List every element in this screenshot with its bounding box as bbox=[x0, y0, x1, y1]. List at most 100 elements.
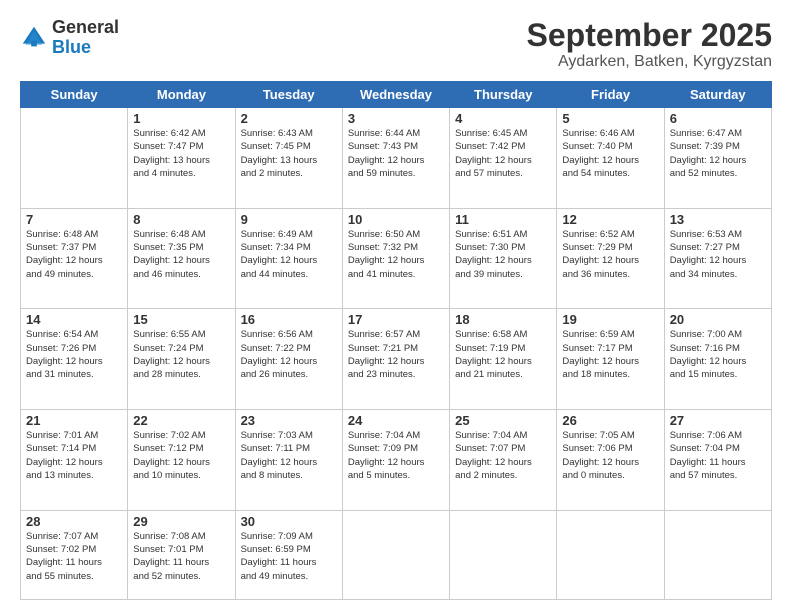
day-info: Sunrise: 6:56 AM Sunset: 7:22 PM Dayligh… bbox=[241, 328, 337, 381]
calendar-table: SundayMondayTuesdayWednesdayThursdayFrid… bbox=[20, 81, 772, 600]
month-title: September 2025 bbox=[527, 18, 772, 53]
calendar-cell bbox=[450, 510, 557, 599]
day-number: 12 bbox=[562, 212, 658, 227]
day-header-tuesday: Tuesday bbox=[235, 82, 342, 108]
logo-blue: Blue bbox=[52, 37, 91, 57]
day-number: 25 bbox=[455, 413, 551, 428]
day-number: 5 bbox=[562, 111, 658, 126]
day-number: 9 bbox=[241, 212, 337, 227]
day-info: Sunrise: 6:53 AM Sunset: 7:27 PM Dayligh… bbox=[670, 228, 766, 281]
calendar-cell: 21Sunrise: 7:01 AM Sunset: 7:14 PM Dayli… bbox=[21, 410, 128, 511]
week-row-5: 28Sunrise: 7:07 AM Sunset: 7:02 PM Dayli… bbox=[21, 510, 772, 599]
calendar-cell: 17Sunrise: 6:57 AM Sunset: 7:21 PM Dayli… bbox=[342, 309, 449, 410]
day-info: Sunrise: 6:43 AM Sunset: 7:45 PM Dayligh… bbox=[241, 127, 337, 180]
day-info: Sunrise: 6:49 AM Sunset: 7:34 PM Dayligh… bbox=[241, 228, 337, 281]
day-header-friday: Friday bbox=[557, 82, 664, 108]
calendar-cell: 15Sunrise: 6:55 AM Sunset: 7:24 PM Dayli… bbox=[128, 309, 235, 410]
calendar-cell: 9Sunrise: 6:49 AM Sunset: 7:34 PM Daylig… bbox=[235, 208, 342, 309]
day-header-saturday: Saturday bbox=[664, 82, 771, 108]
calendar-cell bbox=[342, 510, 449, 599]
title-block: September 2025 Aydarken, Batken, Kyrgyzs… bbox=[527, 18, 772, 71]
day-info: Sunrise: 6:55 AM Sunset: 7:24 PM Dayligh… bbox=[133, 328, 229, 381]
day-number: 14 bbox=[26, 312, 122, 327]
day-info: Sunrise: 7:04 AM Sunset: 7:09 PM Dayligh… bbox=[348, 429, 444, 482]
calendar-cell: 6Sunrise: 6:47 AM Sunset: 7:39 PM Daylig… bbox=[664, 108, 771, 209]
calendar-cell: 1Sunrise: 6:42 AM Sunset: 7:47 PM Daylig… bbox=[128, 108, 235, 209]
calendar-cell: 28Sunrise: 7:07 AM Sunset: 7:02 PM Dayli… bbox=[21, 510, 128, 599]
calendar-cell: 12Sunrise: 6:52 AM Sunset: 7:29 PM Dayli… bbox=[557, 208, 664, 309]
day-info: Sunrise: 6:51 AM Sunset: 7:30 PM Dayligh… bbox=[455, 228, 551, 281]
day-number: 2 bbox=[241, 111, 337, 126]
calendar-cell: 4Sunrise: 6:45 AM Sunset: 7:42 PM Daylig… bbox=[450, 108, 557, 209]
day-number: 22 bbox=[133, 413, 229, 428]
calendar-cell: 8Sunrise: 6:48 AM Sunset: 7:35 PM Daylig… bbox=[128, 208, 235, 309]
day-info: Sunrise: 7:06 AM Sunset: 7:04 PM Dayligh… bbox=[670, 429, 766, 482]
day-number: 1 bbox=[133, 111, 229, 126]
week-row-2: 7Sunrise: 6:48 AM Sunset: 7:37 PM Daylig… bbox=[21, 208, 772, 309]
day-number: 15 bbox=[133, 312, 229, 327]
calendar-cell: 16Sunrise: 6:56 AM Sunset: 7:22 PM Dayli… bbox=[235, 309, 342, 410]
logo-text: General Blue bbox=[52, 18, 119, 58]
day-number: 10 bbox=[348, 212, 444, 227]
day-info: Sunrise: 6:57 AM Sunset: 7:21 PM Dayligh… bbox=[348, 328, 444, 381]
logo-general: General bbox=[52, 17, 119, 37]
header: General Blue September 2025 Aydarken, Ba… bbox=[20, 18, 772, 71]
week-row-3: 14Sunrise: 6:54 AM Sunset: 7:26 PM Dayli… bbox=[21, 309, 772, 410]
calendar-cell: 26Sunrise: 7:05 AM Sunset: 7:06 PM Dayli… bbox=[557, 410, 664, 511]
calendar-cell: 10Sunrise: 6:50 AM Sunset: 7:32 PM Dayli… bbox=[342, 208, 449, 309]
day-info: Sunrise: 7:07 AM Sunset: 7:02 PM Dayligh… bbox=[26, 530, 122, 583]
day-number: 30 bbox=[241, 514, 337, 529]
calendar-cell: 25Sunrise: 7:04 AM Sunset: 7:07 PM Dayli… bbox=[450, 410, 557, 511]
day-number: 16 bbox=[241, 312, 337, 327]
calendar-cell: 2Sunrise: 6:43 AM Sunset: 7:45 PM Daylig… bbox=[235, 108, 342, 209]
calendar-cell bbox=[557, 510, 664, 599]
day-number: 21 bbox=[26, 413, 122, 428]
day-header-monday: Monday bbox=[128, 82, 235, 108]
logo: General Blue bbox=[20, 18, 119, 58]
day-number: 29 bbox=[133, 514, 229, 529]
day-number: 17 bbox=[348, 312, 444, 327]
day-number: 11 bbox=[455, 212, 551, 227]
location-title: Aydarken, Batken, Kyrgyzstan bbox=[527, 53, 772, 71]
day-info: Sunrise: 6:45 AM Sunset: 7:42 PM Dayligh… bbox=[455, 127, 551, 180]
day-info: Sunrise: 7:05 AM Sunset: 7:06 PM Dayligh… bbox=[562, 429, 658, 482]
day-number: 3 bbox=[348, 111, 444, 126]
calendar-cell: 27Sunrise: 7:06 AM Sunset: 7:04 PM Dayli… bbox=[664, 410, 771, 511]
day-number: 18 bbox=[455, 312, 551, 327]
calendar-cell: 22Sunrise: 7:02 AM Sunset: 7:12 PM Dayli… bbox=[128, 410, 235, 511]
day-info: Sunrise: 6:47 AM Sunset: 7:39 PM Dayligh… bbox=[670, 127, 766, 180]
day-number: 8 bbox=[133, 212, 229, 227]
day-info: Sunrise: 6:50 AM Sunset: 7:32 PM Dayligh… bbox=[348, 228, 444, 281]
day-info: Sunrise: 7:02 AM Sunset: 7:12 PM Dayligh… bbox=[133, 429, 229, 482]
day-info: Sunrise: 7:08 AM Sunset: 7:01 PM Dayligh… bbox=[133, 530, 229, 583]
day-info: Sunrise: 7:01 AM Sunset: 7:14 PM Dayligh… bbox=[26, 429, 122, 482]
day-number: 7 bbox=[26, 212, 122, 227]
calendar-cell: 14Sunrise: 6:54 AM Sunset: 7:26 PM Dayli… bbox=[21, 309, 128, 410]
calendar-cell bbox=[21, 108, 128, 209]
calendar-cell: 3Sunrise: 6:44 AM Sunset: 7:43 PM Daylig… bbox=[342, 108, 449, 209]
day-number: 27 bbox=[670, 413, 766, 428]
calendar-cell: 7Sunrise: 6:48 AM Sunset: 7:37 PM Daylig… bbox=[21, 208, 128, 309]
calendar-cell: 23Sunrise: 7:03 AM Sunset: 7:11 PM Dayli… bbox=[235, 410, 342, 511]
calendar-cell: 13Sunrise: 6:53 AM Sunset: 7:27 PM Dayli… bbox=[664, 208, 771, 309]
calendar-cell: 18Sunrise: 6:58 AM Sunset: 7:19 PM Dayli… bbox=[450, 309, 557, 410]
calendar-cell: 30Sunrise: 7:09 AM Sunset: 6:59 PM Dayli… bbox=[235, 510, 342, 599]
day-info: Sunrise: 7:04 AM Sunset: 7:07 PM Dayligh… bbox=[455, 429, 551, 482]
day-number: 6 bbox=[670, 111, 766, 126]
day-number: 26 bbox=[562, 413, 658, 428]
day-number: 19 bbox=[562, 312, 658, 327]
day-number: 24 bbox=[348, 413, 444, 428]
day-number: 28 bbox=[26, 514, 122, 529]
day-info: Sunrise: 6:44 AM Sunset: 7:43 PM Dayligh… bbox=[348, 127, 444, 180]
day-header-sunday: Sunday bbox=[21, 82, 128, 108]
day-info: Sunrise: 6:48 AM Sunset: 7:37 PM Dayligh… bbox=[26, 228, 122, 281]
day-header-wednesday: Wednesday bbox=[342, 82, 449, 108]
day-info: Sunrise: 6:58 AM Sunset: 7:19 PM Dayligh… bbox=[455, 328, 551, 381]
day-info: Sunrise: 6:59 AM Sunset: 7:17 PM Dayligh… bbox=[562, 328, 658, 381]
day-info: Sunrise: 6:48 AM Sunset: 7:35 PM Dayligh… bbox=[133, 228, 229, 281]
day-info: Sunrise: 7:00 AM Sunset: 7:16 PM Dayligh… bbox=[670, 328, 766, 381]
week-row-4: 21Sunrise: 7:01 AM Sunset: 7:14 PM Dayli… bbox=[21, 410, 772, 511]
day-info: Sunrise: 6:42 AM Sunset: 7:47 PM Dayligh… bbox=[133, 127, 229, 180]
day-info: Sunrise: 7:03 AM Sunset: 7:11 PM Dayligh… bbox=[241, 429, 337, 482]
calendar-cell: 19Sunrise: 6:59 AM Sunset: 7:17 PM Dayli… bbox=[557, 309, 664, 410]
